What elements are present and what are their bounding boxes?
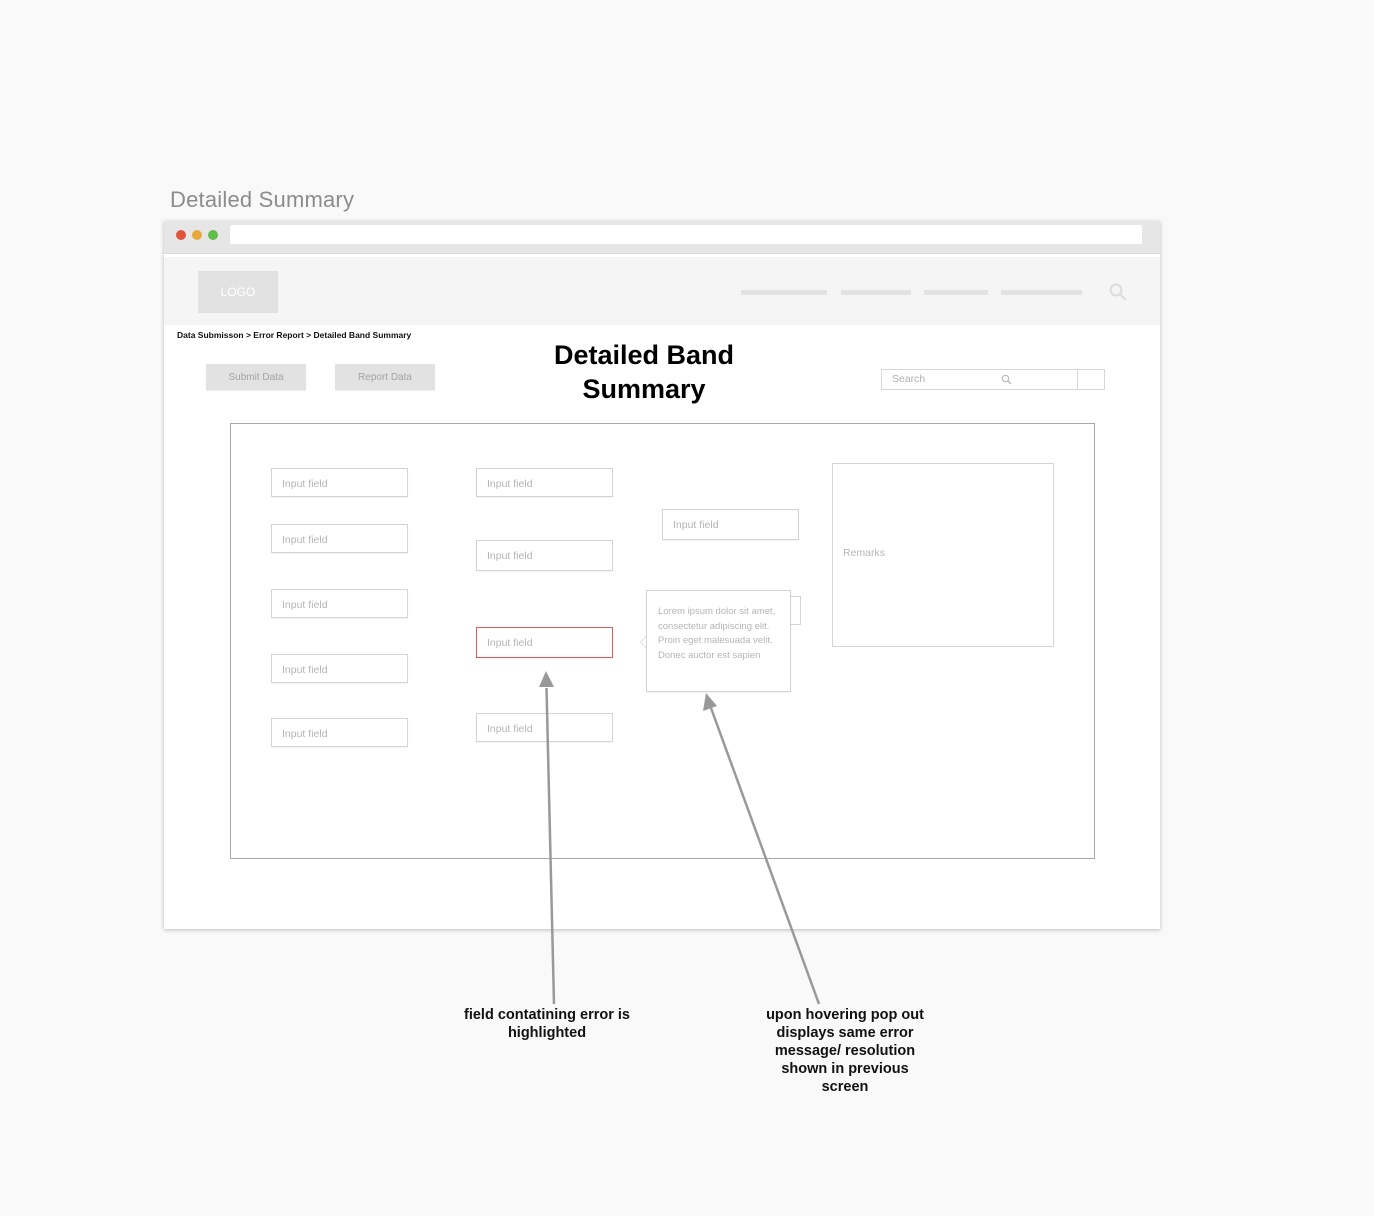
input-field-c2-4[interactable]: Input field	[476, 713, 613, 742]
logo[interactable]: LOGO	[198, 271, 278, 313]
search-input[interactable]: Search	[881, 369, 1105, 390]
input-field-c2-2[interactable]: Input field	[476, 540, 613, 571]
nav-item-3[interactable]	[924, 290, 988, 295]
page-title: Detailed Band Summary	[553, 340, 735, 404]
nav-item-1[interactable]	[741, 290, 827, 295]
input-field-c1-1[interactable]: Input field	[271, 468, 408, 497]
nav-item-4[interactable]	[1001, 290, 1082, 295]
report-data-button[interactable]: Report Data	[335, 364, 435, 390]
remarks-textarea[interactable]: Remarks	[832, 463, 1054, 647]
input-field-error[interactable]: Input field	[476, 627, 613, 658]
browser-window: LOGO Data Submisson > Error Report > Det…	[164, 221, 1160, 929]
input-field-c3-1[interactable]: Input field	[662, 509, 799, 540]
hover-annotation: upon hovering pop out displays same erro…	[766, 1007, 924, 1095]
input-field-c2-1[interactable]: Input field	[476, 468, 613, 497]
site-header: LOGO	[164, 257, 1160, 325]
search-placeholder: Search	[892, 373, 926, 385]
minimize-window-dot[interactable]	[192, 230, 202, 240]
error-popover: Lorem ipsum dolor sit amet, consectetur …	[646, 590, 791, 692]
search-icon[interactable]	[1108, 282, 1128, 302]
maximize-window-dot[interactable]	[208, 230, 218, 240]
popover-caret-inner	[641, 637, 646, 647]
input-field-c1-5[interactable]: Input field	[271, 718, 408, 747]
content-panel: Input field Input field Input field Inpu…	[230, 423, 1095, 859]
input-field-c1-4[interactable]: Input field	[271, 654, 408, 683]
address-bar[interactable]	[230, 225, 1142, 244]
breadcrumb: Data Submisson > Error Report > Detailed…	[177, 330, 412, 340]
nav-item-2[interactable]	[841, 290, 911, 295]
artboard-title: Detailed Summary	[170, 187, 355, 212]
search-divider	[1077, 370, 1078, 389]
submit-data-button[interactable]: Submit Data	[206, 364, 306, 390]
input-field-c1-2[interactable]: Input field	[271, 524, 408, 553]
error-annotation: field contatining error is highlighted	[464, 1007, 630, 1041]
search-icon	[1001, 374, 1012, 385]
input-field-c1-3[interactable]: Input field	[271, 589, 408, 618]
close-window-dot[interactable]	[176, 230, 186, 240]
browser-chrome	[164, 221, 1160, 254]
input-field-c3-2-edge[interactable]	[791, 596, 801, 625]
